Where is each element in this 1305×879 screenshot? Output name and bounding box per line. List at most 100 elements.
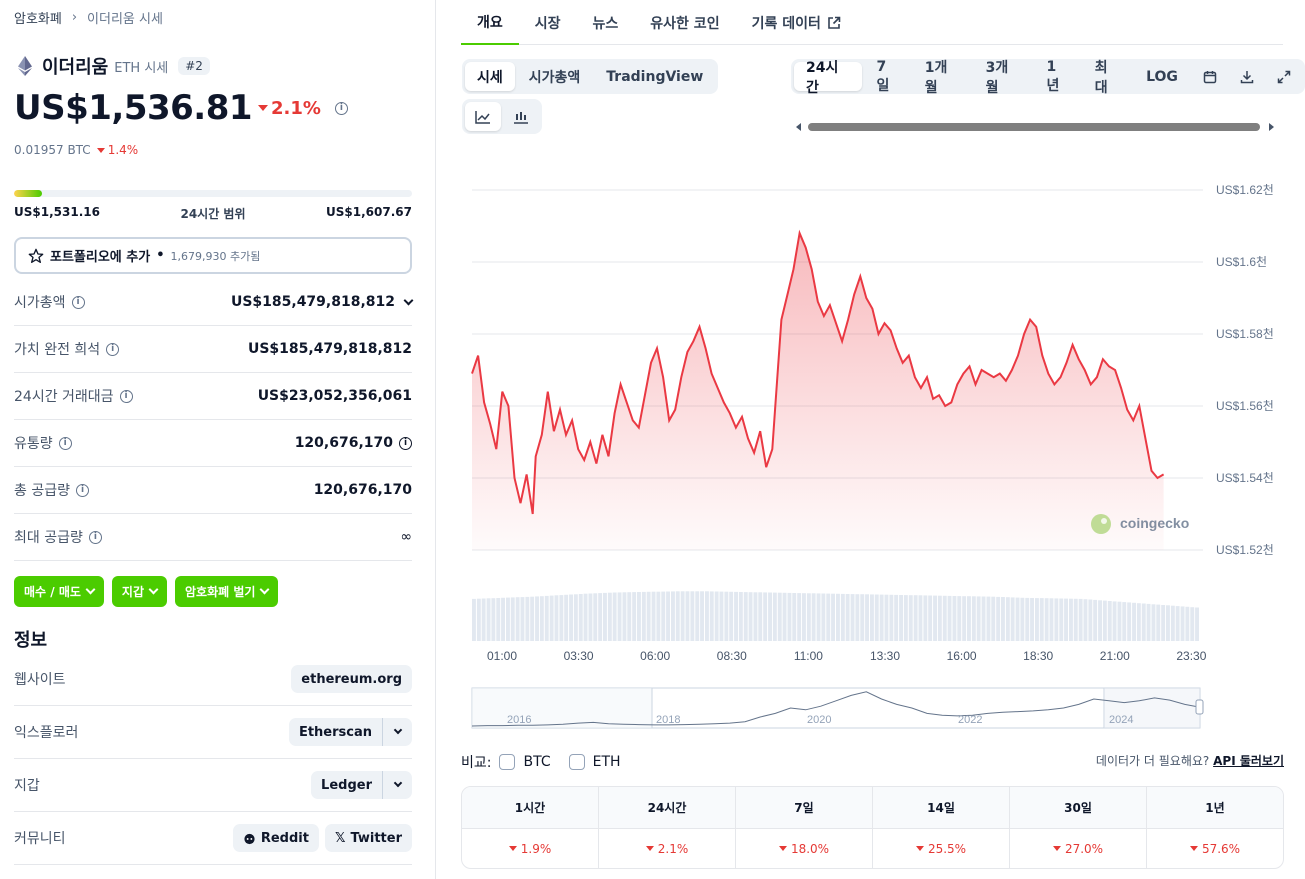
candlestick-chart-button[interactable] [503, 102, 539, 131]
chart-type-switch [462, 99, 542, 134]
mode-tradingview[interactable]: TradingView [594, 62, 715, 91]
chevron-down-icon [85, 584, 96, 595]
scroll-thumb[interactable] [808, 123, 1260, 131]
calendar-button[interactable] [1192, 62, 1227, 91]
scroll-right-icon[interactable] [1269, 123, 1274, 131]
overview-navigator[interactable]: 2016 2018 2020 2022 2024 [471, 687, 1204, 729]
perf-value: 25.5% [927, 841, 967, 856]
mode-price[interactable]: 시세 [465, 62, 515, 91]
breadcrumb-root[interactable]: 암호화폐 [14, 8, 62, 27]
wallet-text: Ledger [321, 777, 372, 793]
fullscreen-button[interactable] [1267, 62, 1302, 91]
x-tick-label: 11:00 [794, 649, 823, 663]
info-icon[interactable]: i [334, 101, 348, 115]
volume-bar [705, 591, 709, 641]
compare-btc-label[interactable]: BTC [523, 754, 550, 770]
twitter-text: Twitter [350, 830, 402, 846]
timeframe-1m[interactable]: 1개월 [913, 60, 972, 96]
timeframe-max[interactable]: 최대 [1083, 60, 1132, 96]
add-to-portfolio-button[interactable]: 포트폴리오에 추가 • 1,679,930 추가됨 [14, 237, 412, 274]
wallet-link[interactable]: Ledger [311, 771, 412, 799]
chevron-down-icon[interactable] [403, 295, 414, 305]
chevron-down-icon [148, 584, 159, 595]
navigator-handle[interactable] [1195, 699, 1204, 715]
volume-bar [1078, 598, 1083, 641]
volume-bar [1146, 603, 1151, 641]
stat-label: 24시간 거래대금 [14, 389, 114, 405]
volume-bar [476, 598, 481, 641]
timeframe-24h[interactable]: 24시간 [794, 60, 863, 96]
volume-bar [884, 594, 889, 641]
tab-markets[interactable]: 시장 [519, 0, 577, 45]
breadcrumb: 암호화폐 › 이더리움 시세 [14, 8, 163, 27]
volume-bar [874, 594, 879, 641]
star-icon [28, 248, 44, 263]
line-chart-button[interactable] [465, 102, 501, 131]
stat-row-max-supply: 최대 공급량 i ∞ [14, 514, 412, 561]
volume-bar [991, 596, 996, 641]
scroll-left-icon[interactable] [796, 123, 801, 131]
volume-bar [486, 598, 491, 641]
tab-historical-data[interactable]: 기록 데이터 [736, 0, 857, 45]
info-icon[interactable]: i [119, 389, 133, 403]
volume-bar [802, 593, 806, 641]
wallet-button[interactable]: 지갑 [111, 576, 167, 607]
reddit-link[interactable]: Reddit [232, 824, 319, 852]
volume-bar [1127, 602, 1132, 641]
volume-bar [1161, 605, 1166, 641]
twitter-link[interactable]: 𝕏 Twitter [324, 824, 412, 852]
down-triangle-icon [508, 846, 517, 851]
x-tick-label: 13:30 [870, 649, 900, 663]
info-icon[interactable]: i [399, 436, 412, 450]
portfolio-count: 1,679,930 추가됨 [170, 249, 261, 263]
coin-header: 이더리움 ETH 시세 #2 [14, 53, 210, 79]
earn-crypto-button[interactable]: 암호화폐 벌기 [175, 576, 279, 607]
volume-bar [588, 593, 593, 641]
volume-bar [879, 594, 884, 641]
timeframe-scrollbar[interactable] [796, 122, 1274, 132]
timeframe-1y[interactable]: 1년 [1035, 59, 1081, 94]
compare-eth-checkbox[interactable] [568, 754, 585, 770]
volume-bar [530, 596, 535, 641]
x-tick-label: 23:30 [1176, 649, 1206, 663]
down-triangle-icon [645, 846, 654, 851]
reddit-text: Reddit [260, 830, 309, 846]
info-icon[interactable]: i [71, 295, 85, 309]
compare-eth-label[interactable]: ETH [593, 754, 621, 770]
info-icon[interactable]: i [75, 483, 89, 497]
download-button[interactable] [1229, 62, 1264, 91]
tab-similar-coins[interactable]: 유사한 코인 [634, 0, 735, 45]
info-row-explorer: 익스플로러 Etherscan [14, 706, 412, 759]
volume-bar [481, 598, 486, 641]
info-icon[interactable]: i [106, 342, 120, 356]
volume-bar [758, 592, 763, 641]
timeframe-3m[interactable]: 3개월 [974, 60, 1033, 96]
explorer-link[interactable]: Etherscan [288, 718, 412, 746]
price-chart[interactable]: US$1.62천 US$1.6천 US$1.58천 US$1.56천 US$1.54천 U… [437, 150, 1305, 740]
perf-col-24h: 24시간 2.1% [599, 787, 736, 868]
volume-bar [1098, 600, 1102, 641]
price-area [472, 233, 1164, 550]
x-tick-label: 03:30 [564, 649, 594, 663]
tab-overview[interactable]: 개요 [461, 0, 519, 45]
info-links: 웹사이트 ethereum.org 익스플로러 Etherscan 지갑 Led… [14, 653, 412, 865]
buy-sell-button[interactable]: 매수 / 매도 [14, 576, 104, 607]
timeframe-7d[interactable]: 7일 [864, 59, 910, 94]
explorer-dropdown[interactable] [382, 718, 412, 746]
y-tick-label: US$1.62천 [1216, 182, 1274, 197]
log-scale-toggle[interactable]: LOG [1134, 62, 1190, 91]
perf-value: 18.0% [790, 841, 830, 856]
volume-bar [748, 592, 753, 641]
api-link[interactable]: API 둘러보기 [1213, 754, 1284, 768]
info-icon[interactable]: i [88, 530, 102, 544]
wallet-dropdown[interactable] [382, 771, 412, 799]
btc-change: 1.4% [96, 143, 138, 157]
info-icon[interactable]: i [58, 436, 72, 450]
stat-row-total-supply: 총 공급량 i 120,676,170 [14, 467, 412, 514]
mode-market-cap[interactable]: 시가총액 [517, 62, 593, 91]
compare-btc-checkbox[interactable] [499, 754, 516, 770]
tab-news[interactable]: 뉴스 [577, 0, 635, 45]
website-link[interactable]: ethereum.org [291, 665, 412, 693]
volume-bar [1088, 599, 1093, 641]
compare-row: 비교: BTC ETH [461, 752, 621, 772]
